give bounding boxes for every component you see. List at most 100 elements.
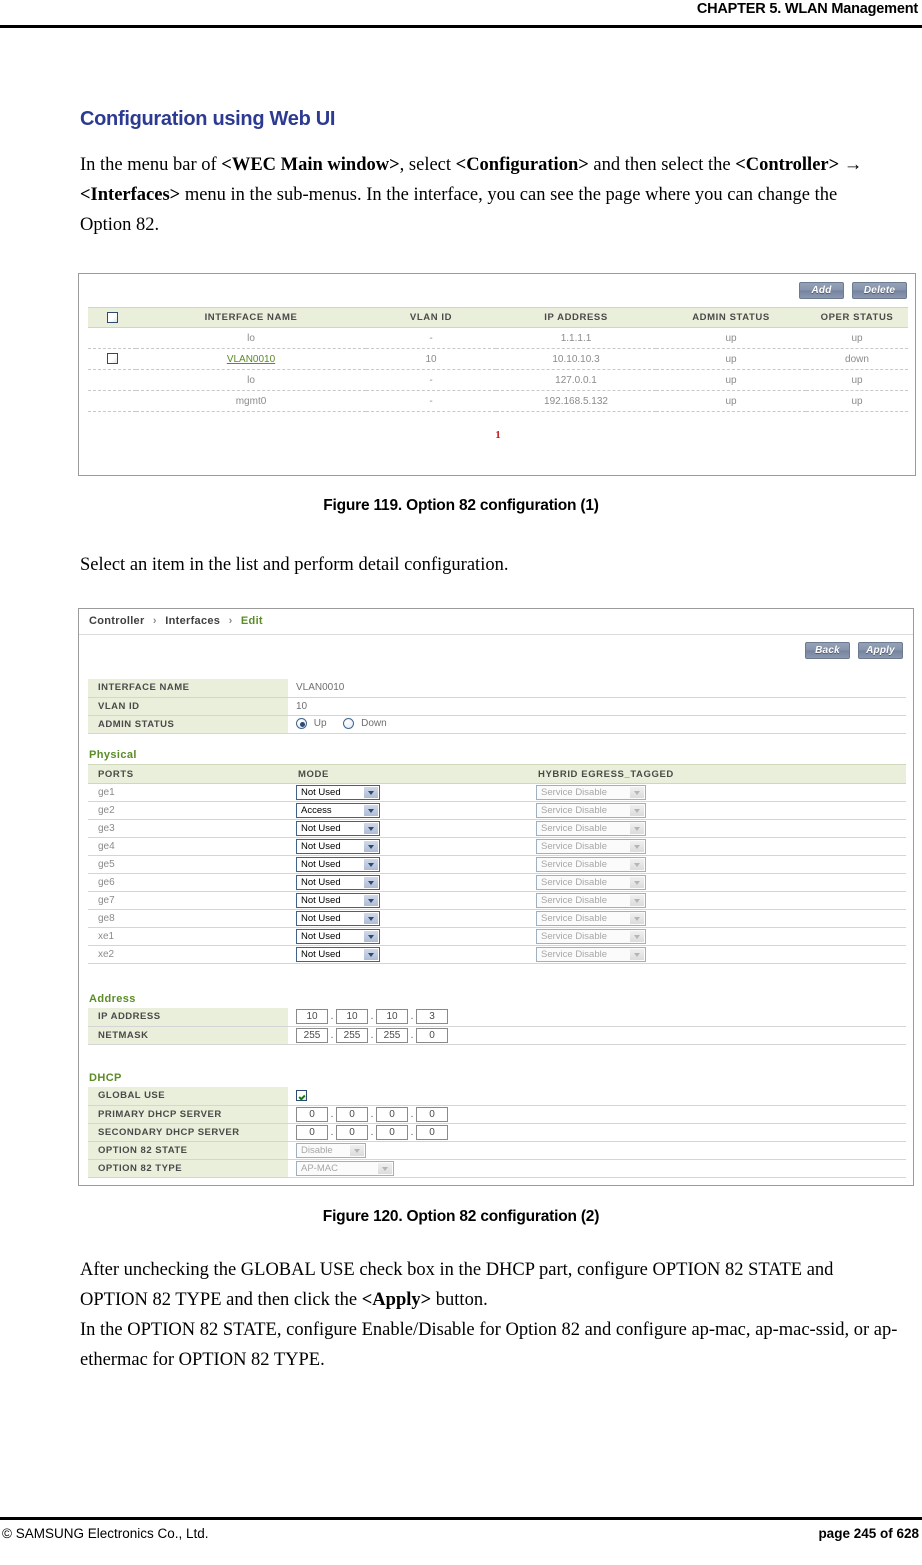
document-page: CHAPTER 5. WLAN Management Configuration… [0, 0, 922, 1565]
mode-select[interactable]: Not Used [296, 857, 380, 872]
after-paragraph: After unchecking the GLOBAL USE check bo… [80, 1260, 898, 1370]
cell-hybrid-egress-tagged: Service Disable [528, 873, 906, 892]
secondary-dhcp-octet-3[interactable]: 0 [376, 1124, 408, 1140]
option82-state-select[interactable]: Disable [296, 1142, 366, 1158]
hybrid-egress-select[interactable]: Service Disable [536, 803, 646, 818]
mode-select[interactable]: Access [296, 803, 380, 818]
ip-address-octet-2[interactable]: 10 [336, 1009, 368, 1025]
mode-select[interactable]: Not Used [296, 947, 380, 962]
secondary-dhcp-octet-2[interactable]: 0 [336, 1124, 368, 1140]
hybrid-egress-select[interactable]: Service Disable [536, 785, 646, 800]
mode-select[interactable]: Not Used [296, 893, 380, 908]
hybrid-egress-select[interactable]: Service Disable [536, 893, 646, 908]
label-secondary-dhcp-server: SECONDARY DHCP SERVER [88, 1123, 288, 1142]
breadcrumb-bar: Controller › Interfaces › Edit [79, 609, 913, 635]
cell-oper-status: up [806, 369, 908, 391]
netmask-octet-4[interactable]: 0 [416, 1027, 448, 1043]
primary-dhcp-octet-1[interactable]: 0 [296, 1106, 328, 1122]
hybrid-egress-select[interactable]: Service Disable [536, 947, 646, 962]
hybrid-egress-select[interactable]: Service Disable [536, 875, 646, 890]
column-ip-address: IP ADDRESS [496, 307, 656, 328]
mode-select[interactable]: Not Used [296, 785, 380, 800]
octet-separator: . [370, 1011, 374, 1023]
octet-separator: . [410, 1029, 414, 1041]
back-button[interactable]: Back [805, 642, 850, 659]
select-all-checkbox[interactable] [106, 311, 118, 323]
hybrid-egress-value: Service Disable [541, 931, 607, 942]
netmask-octet-2[interactable]: 255 [336, 1027, 368, 1043]
breadcrumb-interfaces[interactable]: Interfaces [165, 615, 220, 627]
hybrid-egress-value: Service Disable [541, 949, 607, 960]
primary-dhcp-octet-2[interactable]: 0 [336, 1106, 368, 1122]
primary-dhcp-octet-3[interactable]: 0 [376, 1106, 408, 1122]
add-button[interactable]: Add [799, 282, 844, 299]
column-oper-status: OPER STATUS [806, 307, 908, 328]
footer-page-number: page 245 of 628 [818, 1526, 919, 1541]
value-option82-state: Disable [288, 1141, 906, 1160]
table-row[interactable]: VLAN0010 10 10.10.10.3 up down [88, 348, 908, 370]
value-option82-type: AP-MAC [288, 1159, 906, 1178]
chevron-down-icon [630, 841, 644, 852]
chevron-down-icon [630, 805, 644, 816]
apply-button[interactable]: Apply [858, 642, 903, 659]
netmask-octet-3[interactable]: 255 [376, 1027, 408, 1043]
cell-hybrid-egress-tagged: Service Disable [528, 837, 906, 856]
mode-select[interactable]: Not Used [296, 839, 380, 854]
secondary-dhcp-octet-4[interactable]: 0 [416, 1124, 448, 1140]
mode-select[interactable]: Not Used [296, 929, 380, 944]
ip-address-octet-1[interactable]: 10 [296, 1009, 328, 1025]
cell-port-name: ge3 [88, 819, 288, 838]
row-option82-type: OPTION 82 TYPE AP-MAC [88, 1159, 906, 1178]
primary-dhcp-octet-4[interactable]: 0 [416, 1106, 448, 1122]
breadcrumb-controller[interactable]: Controller [89, 615, 145, 627]
hybrid-egress-select[interactable]: Service Disable [536, 839, 646, 854]
label-option82-type: OPTION 82 TYPE [88, 1159, 288, 1178]
breadcrumb: Controller › Interfaces › Edit [89, 615, 263, 627]
column-mode: MODE [288, 764, 528, 784]
cell-oper-status: up [806, 390, 908, 412]
mode-select[interactable]: Not Used [296, 911, 380, 926]
mode-value: Not Used [301, 859, 341, 870]
table-row[interactable]: lo -127.0.0.1 up up [88, 369, 908, 391]
option82-type-value: AP-MAC [301, 1162, 338, 1174]
label-vlan-id: VLAN ID [88, 697, 288, 716]
global-use-checkbox[interactable] [296, 1090, 307, 1102]
hybrid-egress-select[interactable]: Service Disable [536, 911, 646, 926]
cell-hybrid-egress-tagged: Service Disable [528, 927, 906, 946]
ip-address-octet-4[interactable]: 3 [416, 1009, 448, 1025]
hybrid-egress-select[interactable]: Service Disable [536, 821, 646, 836]
hybrid-egress-select[interactable]: Service Disable [536, 857, 646, 872]
radio-admin-up[interactable] [296, 718, 307, 730]
table-row[interactable]: mgmt0-192.168.5.132 up up [88, 390, 908, 412]
chevron-down-icon [630, 913, 644, 924]
chevron-down-icon [364, 823, 378, 834]
interface-link[interactable]: VLAN0010 [227, 354, 275, 365]
chevron-down-icon [364, 949, 378, 960]
row-checkbox[interactable] [106, 353, 118, 365]
pagination-current-page[interactable]: 1 [79, 429, 917, 441]
figure-120-caption: Figure 120. Option 82 configuration (2) [322, 1208, 600, 1225]
hybrid-egress-select[interactable]: Service Disable [536, 929, 646, 944]
value-vlan-id: 10 [288, 697, 906, 716]
mode-select[interactable]: Not Used [296, 875, 380, 890]
radio-admin-down[interactable] [343, 718, 355, 730]
cell-ip-address: 127.0.0.1 [496, 369, 656, 391]
chevron-down-icon [630, 949, 644, 960]
cell-hybrid-egress-tagged: Service Disable [528, 801, 906, 820]
secondary-dhcp-octet-1[interactable]: 0 [296, 1124, 328, 1140]
netmask-octet-1[interactable]: 255 [296, 1027, 328, 1043]
option82-type-select[interactable]: AP-MAC [296, 1160, 394, 1176]
physical-section-title: Physical [89, 749, 137, 761]
table-row[interactable]: lo -1.1.1.1 up up [88, 327, 908, 349]
mode-value: Not Used [301, 949, 341, 960]
mode-select[interactable]: Not Used [296, 821, 380, 836]
general-info-table: INTERFACE NAME VLAN0010 VLAN ID 10 ADMIN… [88, 679, 906, 734]
label-ip-address: IP ADDRESS [88, 1008, 288, 1027]
cell-interface-name: lo [136, 369, 366, 391]
mode-value: Not Used [301, 931, 341, 942]
chevron-down-icon [364, 895, 378, 906]
delete-button[interactable]: Delete [852, 282, 907, 299]
label-admin-down: Down [361, 718, 387, 730]
ip-address-octet-3[interactable]: 10 [376, 1009, 408, 1025]
cell-admin-status: up [656, 348, 806, 370]
